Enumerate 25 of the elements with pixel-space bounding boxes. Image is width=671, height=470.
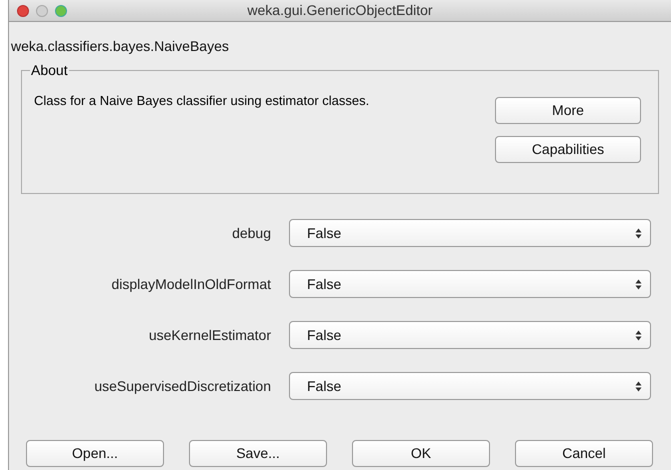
stepper-icon xyxy=(635,278,642,290)
window-title: weka.gui.GenericObjectEditor xyxy=(247,1,433,20)
about-button[interactable]: Capabilities xyxy=(495,136,641,163)
dropdown[interactable]: False xyxy=(289,270,651,298)
stepper-icon xyxy=(635,228,642,238)
close-icon[interactable] xyxy=(17,5,29,17)
dialog-button[interactable]: Cancel xyxy=(515,440,653,467)
dialog-button[interactable]: Open... xyxy=(26,440,164,467)
property-label: displayModelInOldFormat xyxy=(110,274,271,294)
property-label: debug xyxy=(231,224,271,243)
stepper-icon xyxy=(635,380,642,392)
stepper-icon xyxy=(635,330,642,340)
zoom-icon[interactable] xyxy=(55,5,67,17)
property-label: useSupervisedDiscretization xyxy=(93,376,271,396)
dropdown[interactable]: False xyxy=(289,219,651,247)
property-label: useKernelEstimator xyxy=(148,326,271,344)
minimize-icon[interactable] xyxy=(36,5,48,17)
description: Class for a Naive Bayes classifier using estimator classes. xyxy=(34,93,370,110)
dialog-button[interactable]: Save... xyxy=(189,440,327,467)
dropdown[interactable]: False xyxy=(289,372,651,400)
group-title: About xyxy=(30,62,69,78)
dialog-button[interactable]: OK xyxy=(352,440,490,467)
dropdown[interactable]: False xyxy=(289,321,651,349)
about-button[interactable]: More xyxy=(495,97,641,124)
class-name: weka.classifiers.bayes.NaiveBayes xyxy=(11,37,229,56)
